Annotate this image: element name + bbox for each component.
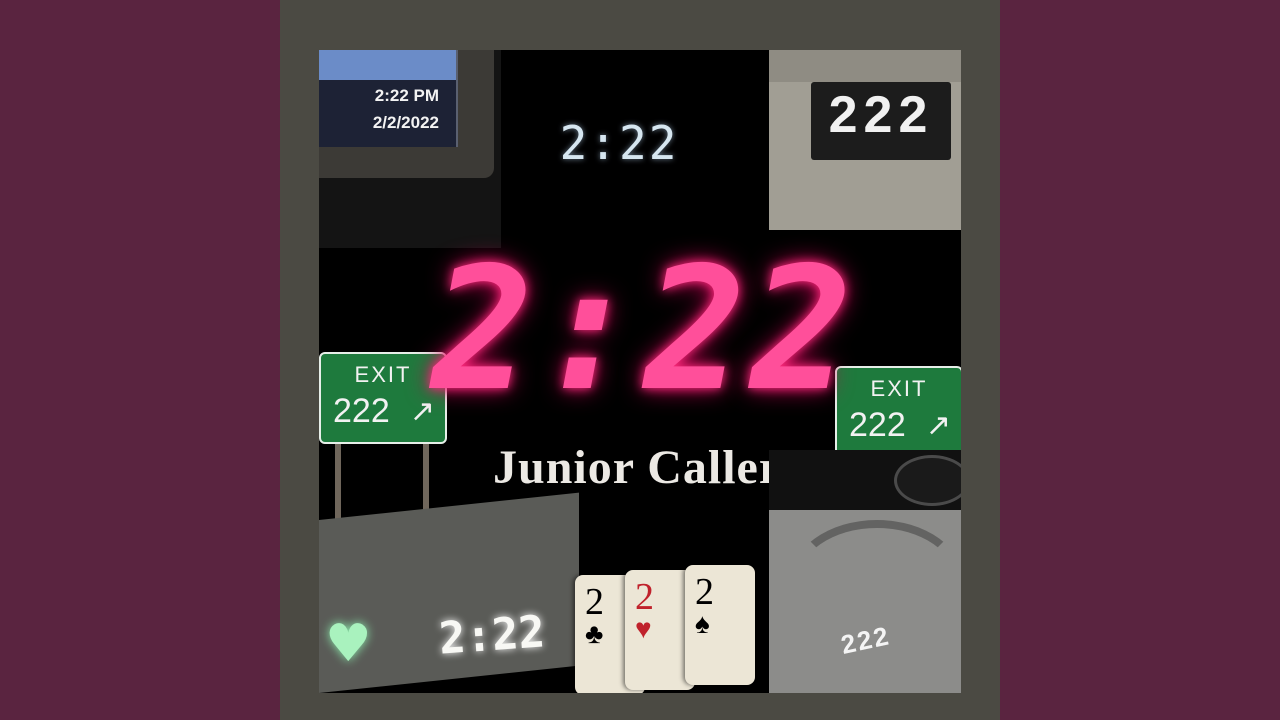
exit-sign-left-number: 222 [333, 392, 390, 430]
exit-sign-left-label: EXIT [354, 362, 412, 387]
monitor-screen: 2:22 PM 2/2/2022 [319, 50, 458, 147]
card-rank: 2 [695, 571, 714, 613]
curb-photo: 222 [769, 50, 961, 230]
dot-matrix-clock: 2:22 [559, 116, 679, 170]
card-rank: 2 [635, 576, 654, 618]
album-cover: 2:22 PM 2/2/2022 2:22 222 EXIT 222 ↗ EXI… [319, 50, 961, 693]
exit-sign-left: EXIT 222 ↗ [319, 352, 447, 444]
spade-icon: ♠ [695, 609, 710, 640]
monitor-time: 2:22 PM [374, 86, 439, 105]
neon-clock: 2:22 [431, 231, 857, 429]
monitor-photo: 2:22 PM 2/2/2022 [319, 50, 501, 248]
device-time: 2:22 [437, 606, 547, 665]
curb-top [769, 50, 961, 82]
monitor-taskbar [319, 50, 456, 80]
monitor-date: 2/2/2022 [372, 113, 439, 132]
card-rank: 2 [585, 581, 604, 623]
curb-number: 222 [811, 82, 951, 160]
tire [894, 455, 961, 506]
playing-card-spades: 2 ♠ [685, 565, 755, 685]
heart-icon: ♥ [325, 614, 372, 674]
arrow-up-right-icon: ↗ [925, 409, 951, 442]
